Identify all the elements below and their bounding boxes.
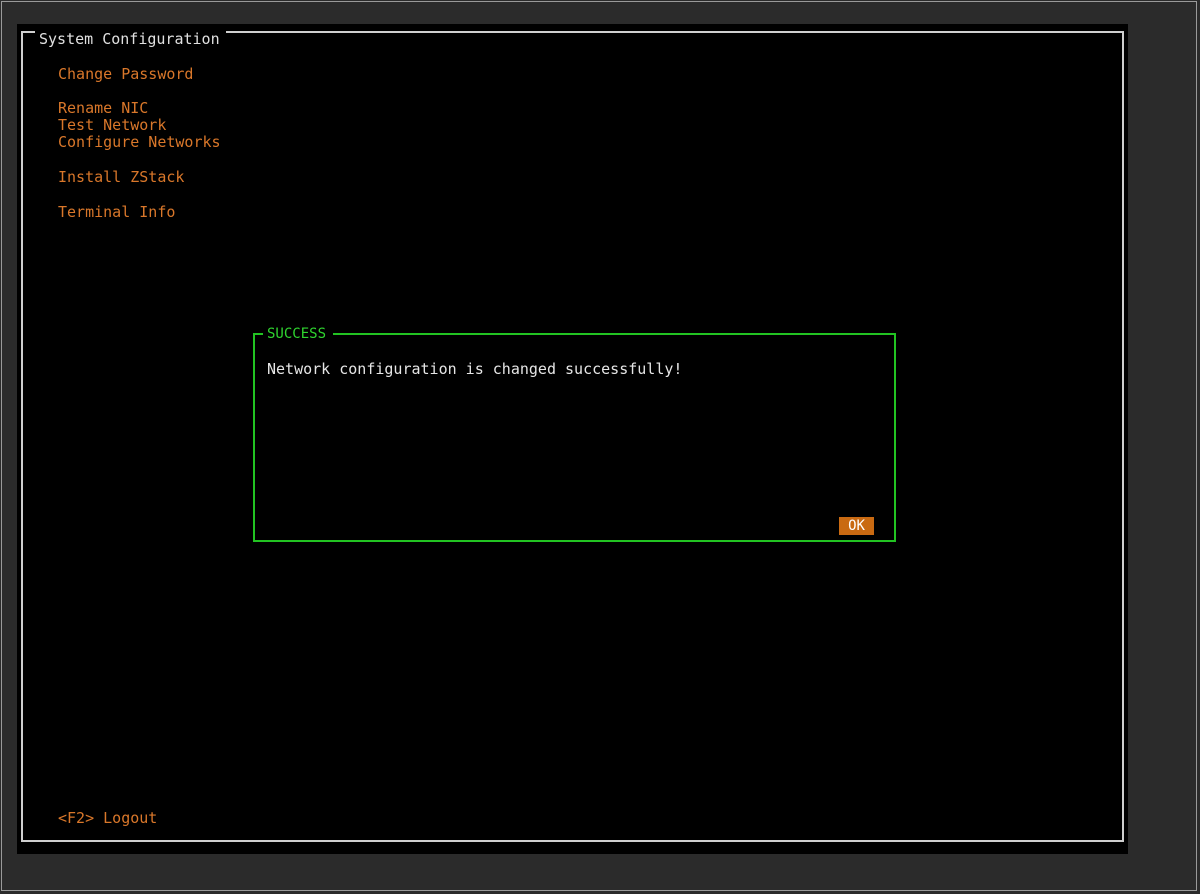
menu-item-configure-networks[interactable]: Configure Networks	[58, 134, 221, 151]
menu-item-rename-nic[interactable]: Rename NIC	[58, 100, 148, 117]
menu-item-install-zstack[interactable]: Install ZStack	[58, 169, 184, 186]
dialog-title: SUCCESS	[263, 326, 334, 342]
terminal-screen: System Configuration Change Password Ren…	[17, 24, 1128, 854]
panel-title: System Configuration	[35, 31, 226, 47]
ok-button[interactable]: OK	[839, 517, 874, 535]
system-configuration-panel: System Configuration Change Password Ren…	[21, 31, 1124, 842]
success-dialog: SUCCESS Network configuration is changed…	[253, 326, 896, 542]
menu-item-terminal-info[interactable]: Terminal Info	[58, 204, 175, 221]
dialog-message: Network configuration is changed success…	[267, 360, 683, 378]
menu-item-change-password[interactable]: Change Password	[58, 66, 193, 83]
logout-shortcut[interactable]: <F2> Logout	[58, 810, 157, 827]
menu-item-test-network[interactable]: Test Network	[58, 117, 166, 134]
